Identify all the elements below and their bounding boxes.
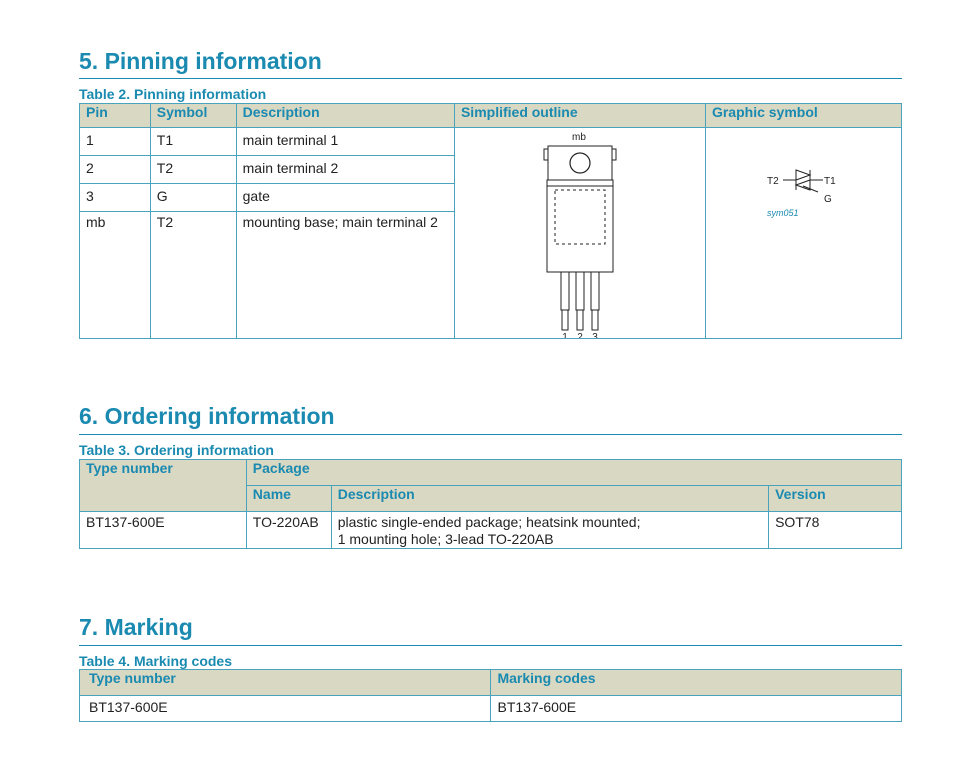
lead-2 [575, 271, 585, 331]
description-cell: gate [235, 183, 455, 213]
pin-cell: mb [79, 211, 151, 339]
marking-table: Type number Marking codes BT137-600E BT1… [78, 669, 902, 722]
header-version: Version [768, 485, 902, 512]
description-line-2: 1 mounting hole; 3-lead TO-220AB [337, 531, 554, 547]
pin-cell: 3 [79, 183, 151, 213]
table-row: BT137-600E BT137-600E [78, 695, 902, 722]
graphic-symbol-cell: T2 T1 G sym051 [704, 127, 903, 339]
symbol-g-label: G [824, 194, 832, 205]
lead-3 [590, 271, 600, 331]
header-type-number: Type number [79, 459, 247, 512]
section-6-title: 6. Ordering information [79, 403, 335, 429]
section-5-title: 5. Pinning information [79, 48, 322, 74]
symbol-cell: T1 [149, 126, 237, 157]
section-6-rule [79, 434, 902, 435]
symbol-cell: G [149, 183, 237, 213]
pin-label-3: 3 [592, 332, 598, 338]
table-2-caption: Table 2. Pinning information [79, 86, 267, 102]
header-package: Package [245, 459, 903, 486]
description-cell: mounting base; main terminal 2 [235, 211, 455, 339]
header-symbol: Symbol [149, 103, 237, 128]
mb-label: mb [572, 132, 586, 143]
pin-cell: 1 [79, 126, 151, 157]
type-number-cell: BT137-600E [78, 695, 492, 722]
pin-label-1: 1 [562, 332, 568, 338]
triac-symbol-icon: T2 T1 G sym051 [767, 169, 836, 218]
symbol-cell: T2 [149, 155, 237, 185]
pin-label-2: 2 [577, 332, 583, 338]
table-row: BT137-600E TO-220AB plastic single-ended… [79, 511, 902, 549]
description-cell: main terminal 2 [235, 155, 455, 185]
symbol-ref-label: sym051 [767, 208, 799, 218]
lead-1 [560, 271, 570, 331]
ordering-table: Type number Package Name Description Ver… [79, 459, 903, 549]
section-5-rule [79, 78, 902, 79]
section-7-title: 7. Marking [79, 614, 193, 640]
header-simplified-outline: Simplified outline [453, 103, 706, 128]
symbol-t2-label: T2 [767, 176, 779, 187]
version-cell: SOT78 [768, 511, 902, 549]
marking-code-cell: BT137-600E [490, 695, 902, 722]
header-graphic-symbol: Graphic symbol [704, 103, 903, 128]
header-description: Description [330, 485, 770, 512]
symbol-cell: T2 [149, 211, 237, 339]
mounting-hole [569, 152, 591, 174]
simplified-outline-cell: mb 1 2 3 [453, 127, 706, 339]
description-line-1: plastic single-ended package; heatsink m… [337, 514, 641, 530]
description-cell: main terminal 1 [235, 126, 455, 157]
section-7-rule [79, 645, 902, 646]
package-description-cell: plastic single-ended package; heatsink m… [330, 511, 770, 549]
header-type-number: Type number [78, 669, 492, 696]
table-3-caption: Table 3. Ordering information [79, 442, 274, 458]
pin-cell: 2 [79, 155, 151, 185]
table-row: 1 T1 main terminal 1 mb 1 2 3 T2 T1 G sy… [79, 126, 903, 339]
header-name: Name [245, 485, 332, 512]
pinning-table: Pin Symbol Description Simplified outlin… [79, 103, 903, 339]
header-pin: Pin [79, 103, 151, 128]
to220-outline-drawing: mb 1 2 3 [543, 132, 617, 338]
header-description: Description [235, 103, 455, 128]
header-marking-codes: Marking codes [490, 669, 902, 696]
package-name-cell: TO-220AB [245, 511, 332, 549]
table-4-caption: Table 4. Marking codes [79, 653, 233, 669]
symbol-t1-label: T1 [824, 176, 836, 187]
type-number-cell: BT137-600E [79, 511, 247, 549]
